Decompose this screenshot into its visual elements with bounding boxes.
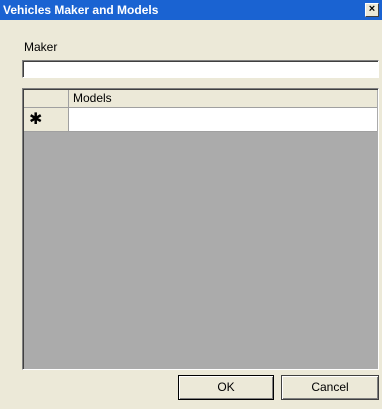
title-bar[interactable]: Vehicles Maker and Models × [0,0,382,20]
models-grid[interactable]: Models ✱ [22,88,379,370]
grid-header: Models [24,90,377,108]
new-row-indicator-icon[interactable]: ✱ [24,108,69,132]
cancel-button[interactable]: Cancel [281,375,379,400]
close-button[interactable]: × [365,3,379,17]
dialog-window: Vehicles Maker and Models × Maker Models… [0,0,382,409]
window-title: Vehicles Maker and Models [3,3,159,17]
maker-input[interactable] [22,60,379,78]
new-row-models-cell[interactable] [69,108,377,132]
close-icon: × [368,3,376,15]
new-row[interactable]: ✱ [24,108,377,132]
column-header-models[interactable]: Models [69,90,377,108]
grid-corner-header[interactable] [24,90,69,108]
ok-button[interactable]: OK [178,375,274,400]
maker-label: Maker [24,40,58,54]
